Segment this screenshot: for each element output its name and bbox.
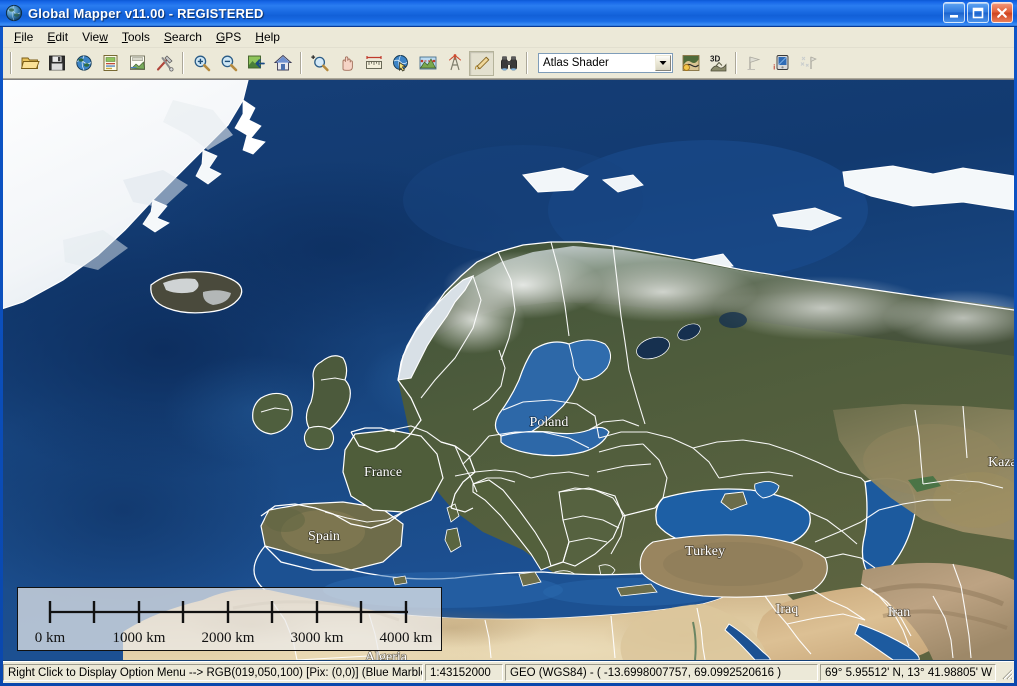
- map-label: Spain: [308, 529, 340, 544]
- toolbar-group-gps: i: [741, 51, 822, 76]
- map-label: Poland: [530, 415, 569, 430]
- zoom-tool-button[interactable]: [307, 51, 332, 76]
- status-scale: 1:43152000: [425, 664, 503, 681]
- map-label: Iraq: [776, 602, 799, 617]
- toolbar-separator: [526, 52, 528, 74]
- minimize-button[interactable]: [943, 2, 965, 23]
- shader-options-button[interactable]: [678, 51, 703, 76]
- menu-view[interactable]: View: [75, 28, 115, 46]
- configure-button[interactable]: [152, 51, 177, 76]
- menu-edit[interactable]: Edit: [40, 28, 75, 46]
- menu-tools[interactable]: Tools: [115, 28, 157, 46]
- save-workspace-button[interactable]: [44, 51, 69, 76]
- title-bar[interactable]: Global Mapper v11.00 - REGISTERED: [0, 0, 1017, 27]
- status-bar: Right Click to Display Option Menu --> R…: [3, 661, 1014, 683]
- chevron-down-icon[interactable]: [655, 55, 671, 71]
- menu-gps[interactable]: GPS: [209, 28, 248, 46]
- overlay-control-button[interactable]: [98, 51, 123, 76]
- toolbar-separator: [735, 52, 737, 74]
- status-hint: Right Click to Display Option Menu --> R…: [3, 664, 423, 681]
- map-label: Algeria: [365, 650, 408, 660]
- measure-tool-button[interactable]: [361, 51, 386, 76]
- digitizer-button[interactable]: [469, 51, 494, 76]
- menu-help[interactable]: Help: [248, 28, 287, 46]
- tool-bar: Atlas Shader: [3, 48, 1014, 79]
- status-projection: GEO (WGS84) - ( -13.6998007757, 69.09925…: [505, 664, 818, 681]
- map-label: Turkey: [685, 544, 725, 559]
- maximize-button[interactable]: [967, 2, 989, 23]
- view-3d-button[interactable]: 3D: [705, 51, 730, 76]
- toolbar-group-tools: [306, 51, 522, 76]
- feature-info-button[interactable]: [388, 51, 413, 76]
- shader-combo-value: Atlas Shader: [539, 57, 609, 69]
- close-button[interactable]: [991, 2, 1013, 23]
- zoom-to-layer-button[interactable]: [243, 51, 268, 76]
- client-area: File Edit View Tools Search GPS Help: [3, 27, 1014, 683]
- search-features-button[interactable]: [496, 51, 521, 76]
- toolbar-group-shader: 3D: [677, 51, 731, 76]
- window-controls: [943, 2, 1013, 23]
- menu-search[interactable]: Search: [157, 28, 209, 46]
- shader-combo[interactable]: Atlas Shader: [538, 53, 673, 73]
- map-label: Iran: [888, 605, 911, 620]
- gps-marker-button[interactable]: [796, 51, 821, 76]
- view-shed-button[interactable]: [442, 51, 467, 76]
- map-canvas[interactable]: Poland France Spain Turkey Kazak Iraq Ir…: [3, 80, 1014, 660]
- toolbar-group-zoom: [188, 51, 296, 76]
- zoom-in-button[interactable]: [189, 51, 214, 76]
- status-coordinates: 69° 5.95512' N, 13° 41.98805' W: [820, 664, 996, 681]
- toolbar-separator: [10, 52, 12, 74]
- window-title: Global Mapper v11.00 - REGISTERED: [28, 6, 264, 21]
- application-window: Global Mapper v11.00 - REGISTERED: [0, 0, 1017, 686]
- svg-text:i: i: [773, 65, 775, 72]
- gps-device-button[interactable]: i: [769, 51, 794, 76]
- open-file-button[interactable]: [17, 51, 42, 76]
- globe-icon: [5, 4, 23, 22]
- full-view-button[interactable]: [270, 51, 295, 76]
- toolbar-separator: [182, 52, 184, 74]
- resize-grip-icon[interactable]: [998, 664, 1014, 681]
- menu-bar: File Edit View Tools Search GPS Help: [3, 27, 1014, 48]
- map-view[interactable]: Poland France Spain Turkey Kazak Iraq Ir…: [3, 79, 1014, 661]
- map-label: France: [364, 465, 402, 480]
- export-button[interactable]: [125, 51, 150, 76]
- pan-tool-button[interactable]: [334, 51, 359, 76]
- map-label: Kazak: [988, 455, 1014, 470]
- toolbar-group-file: [16, 51, 178, 76]
- zoom-out-button[interactable]: [216, 51, 241, 76]
- menu-file[interactable]: File: [7, 28, 40, 46]
- toolbar-separator: [300, 52, 302, 74]
- gps-start-button[interactable]: [742, 51, 767, 76]
- open-online-data-button[interactable]: [71, 51, 96, 76]
- path-profile-button[interactable]: [415, 51, 440, 76]
